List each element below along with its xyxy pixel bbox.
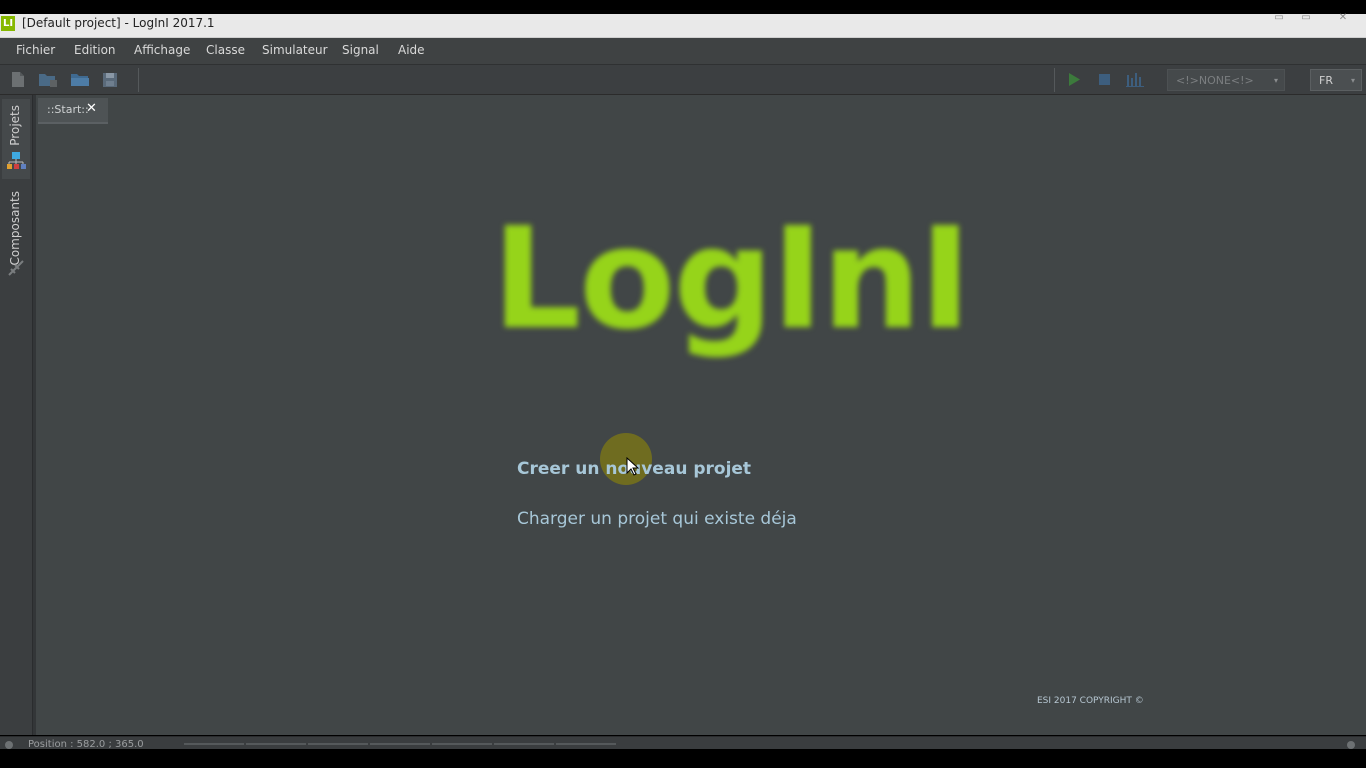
chronogram-icon[interactable] <box>1126 71 1144 88</box>
stop-icon[interactable] <box>1096 71 1114 88</box>
close-icon[interactable]: ✕ <box>1332 13 1354 24</box>
sidebar-tab-composants[interactable]: Composants <box>2 187 30 279</box>
side-panel: Projets Composants <box>0 95 33 735</box>
screen-bottom-bar <box>0 749 1366 768</box>
sidebar-tab-projets[interactable]: Projets <box>2 99 30 179</box>
language-select[interactable]: FR ▾ <box>1310 69 1362 91</box>
chevron-down-icon: ▾ <box>1273 76 1278 85</box>
status-right-icon <box>1347 741 1355 749</box>
menu-aide[interactable]: Aide <box>398 43 425 57</box>
status-divider <box>494 743 554 745</box>
language-value: FR <box>1319 74 1333 87</box>
minimize-icon[interactable]: ▭ <box>1268 13 1290 24</box>
status-divider <box>184 743 244 745</box>
signal-select-value: <!>NONE<!> <box>1176 74 1254 87</box>
cursor-position-text: Position : 582.0 ; 365.0 <box>28 739 144 749</box>
toolbar-divider <box>1054 68 1055 92</box>
status-divider <box>556 743 616 745</box>
close-tab-icon[interactable]: ✕ <box>86 101 97 116</box>
save-icon[interactable] <box>102 71 120 88</box>
menu-classe[interactable]: Classe <box>206 43 245 57</box>
sidebar-tab-label: Projets <box>8 105 22 146</box>
menu-edition[interactable]: Edition <box>74 43 116 57</box>
chevron-down-icon: ▾ <box>1350 76 1355 85</box>
menu-affichage[interactable]: Affichage <box>134 43 190 57</box>
screen-top-bar <box>0 0 1366 14</box>
play-icon[interactable] <box>1066 71 1084 88</box>
maximize-icon[interactable]: ▭ <box>1295 13 1317 24</box>
mouse-cursor-icon <box>626 457 640 476</box>
sidebar-tab-label: Composants <box>8 191 22 266</box>
editor-area: ::Start:: ✕ LogInI Creer un nouveau proj… <box>36 95 1366 735</box>
copyright-text: ESI 2017 COPYRIGHT © <box>1037 696 1144 706</box>
tab-start-label: ::Start:: <box>47 103 89 116</box>
toolbar-divider <box>138 68 139 92</box>
status-bar: Position : 582.0 ; 365.0 <box>0 736 1366 749</box>
app-logo-text: LogInI <box>492 198 971 361</box>
window-title-bar: LI [Default project] - LogInI 2017.1 ▭ ▭… <box>0 13 1366 38</box>
load-project-link[interactable]: Charger un projet qui existe déja <box>517 509 797 529</box>
project-tree-icon <box>7 152 26 169</box>
status-divider <box>308 743 368 745</box>
tab-start[interactable]: ::Start:: ✕ <box>38 98 108 124</box>
menu-fichier[interactable]: Fichier <box>16 43 55 57</box>
new-project-icon[interactable] <box>38 71 57 88</box>
status-divider <box>370 743 430 745</box>
menu-signal[interactable]: Signal <box>342 43 379 57</box>
status-icon <box>5 741 13 749</box>
signal-select[interactable]: <!>NONE<!> ▾ <box>1167 69 1285 91</box>
components-icon <box>8 260 24 276</box>
new-file-icon[interactable] <box>10 71 28 88</box>
open-folder-icon[interactable] <box>70 71 89 88</box>
status-divider <box>432 743 492 745</box>
toolbar: <!>NONE<!> ▾ FR ▾ <box>0 65 1366 95</box>
window-title: [Default project] - LogInI 2017.1 <box>22 16 215 30</box>
status-divider <box>246 743 306 745</box>
app-logo-icon: LI <box>1 16 15 31</box>
menu-bar: Fichier Edition Affichage Classe Simulat… <box>0 38 1366 65</box>
menu-simulateur[interactable]: Simulateur <box>262 43 328 57</box>
